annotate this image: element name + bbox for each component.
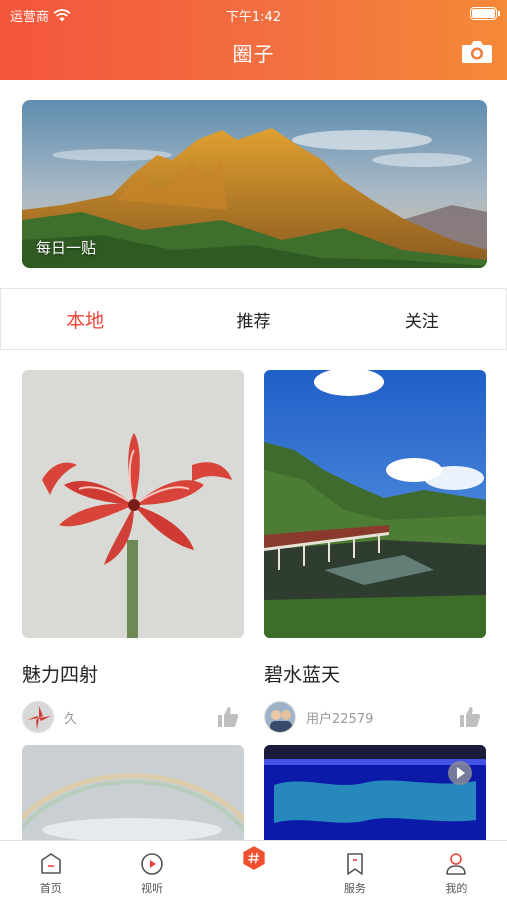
battery-icon [470,7,500,20]
post-title[interactable]: 魅力四射 [22,660,244,687]
play-icon [141,853,163,875]
banner-caption: 每日一贴 [36,239,97,257]
avatar-image [23,702,53,732]
post-author: 用户22579 [306,711,374,727]
nav-label: 我的 [445,882,468,895]
page-title: 圈子 [232,42,275,66]
rainbow-sky-image [22,745,244,845]
aquarium-image [264,745,486,845]
nav-item-home[interactable]: 首页 [0,841,101,900]
post-image[interactable] [22,745,244,845]
status-time: 下午1:42 [225,10,282,25]
avatar-image [265,702,295,732]
post-meta: 用户22579 [264,701,486,733]
tab-local[interactable]: 本地 [1,306,169,333]
flower-image [22,370,244,638]
nav-label: 首页 [39,882,62,895]
post-image[interactable] [264,370,486,638]
bookmark-icon [347,853,363,875]
post-card[interactable]: 魅力四射 久 [22,370,244,733]
home-icon [40,853,61,874]
hashtag-icon [242,846,265,870]
tab-following[interactable]: 关注 [338,307,506,332]
post-meta: 久 [22,701,244,733]
tab-recommended[interactable]: 推荐 [169,307,337,332]
user-icon [446,853,467,875]
nav-item-service[interactable]: 服务 [304,841,405,900]
thumbs-up-icon[interactable] [216,705,240,729]
post-author: 久 [64,711,78,727]
post-image[interactable] [22,370,244,638]
daily-post-banner[interactable]: 每日一贴 [22,100,487,268]
feed-tabs: 本地 推荐 关注 [0,288,507,350]
nav-item-circle[interactable] [203,841,304,900]
post-card[interactable]: 碧水蓝天 用户22579 [264,370,486,733]
app-header: 运营商 下午1:42 圈子 [0,0,507,80]
nav-item-profile[interactable]: 我的 [406,841,507,900]
avatar[interactable] [264,701,296,733]
nav-label: 服务 [343,882,366,895]
thumbs-up-icon[interactable] [458,705,482,729]
post-title[interactable]: 碧水蓝天 [264,660,486,687]
camera-icon[interactable] [461,38,493,64]
nav-label: 视听 [141,882,164,895]
avatar[interactable] [22,701,54,733]
bottom-nav: 首页 视听 服务 我的 [0,840,507,900]
river-image [264,370,486,638]
nav-item-media[interactable]: 视听 [101,841,202,900]
status-bar: 运营商 下午1:42 [0,5,507,25]
post-image[interactable] [264,745,486,845]
